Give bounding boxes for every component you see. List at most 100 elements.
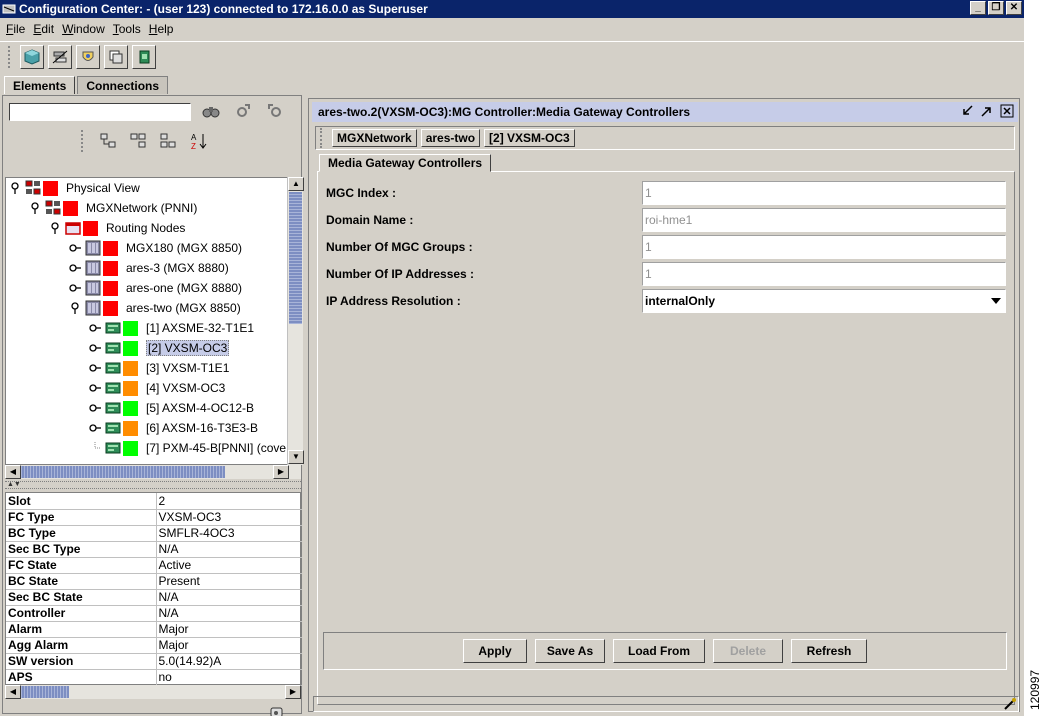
tree-item-label[interactable]: MGXNetwork (PNNI) bbox=[86, 201, 197, 215]
tree-item[interactable]: [6] AXSM-16-T3E3-B bbox=[89, 418, 258, 438]
tree-item[interactable]: [3] VXSM-T1E1 bbox=[89, 358, 229, 378]
close-button[interactable]: ✕ bbox=[1006, 1, 1022, 15]
tree-toggle-icon[interactable] bbox=[69, 262, 81, 274]
tree-item-label[interactable]: [6] AXSM-16-T3E3-B bbox=[146, 421, 258, 435]
tree-item-label[interactable]: ares-one (MGX 8880) bbox=[126, 281, 242, 295]
save-as-button[interactable]: Save As bbox=[535, 639, 605, 663]
scroll-thumb[interactable] bbox=[21, 686, 69, 698]
tree-toggle-icon[interactable] bbox=[29, 202, 41, 214]
domain-name-field[interactable]: roi-hme1 bbox=[642, 208, 1006, 232]
tree-item-label[interactable]: MGX180 (MGX 8850) bbox=[126, 241, 242, 255]
toolbar-grip[interactable] bbox=[8, 45, 12, 68]
tree-view-icon[interactable] bbox=[99, 132, 119, 150]
pin-icon[interactable] bbox=[1002, 697, 1018, 711]
tree-toggle-icon[interactable] bbox=[89, 322, 101, 334]
view-tools-grip[interactable] bbox=[81, 130, 85, 152]
panel-splitter[interactable]: ▲▼ bbox=[5, 481, 301, 489]
tree-item[interactable]: [7] PXM-45-B[PNNI] (cove bbox=[89, 438, 286, 458]
find-prev-icon[interactable] bbox=[265, 101, 285, 121]
tree-item-label[interactable]: Routing Nodes bbox=[106, 221, 185, 235]
restore-frame-icon[interactable] bbox=[980, 104, 994, 118]
load-from-button[interactable]: Load From bbox=[613, 639, 705, 663]
tree-item-label[interactable]: [1] AXSME-32-T1E1 bbox=[146, 321, 254, 335]
tree-item-label[interactable]: [2] VXSM-OC3 bbox=[146, 340, 230, 356]
cube-button[interactable] bbox=[20, 44, 44, 69]
scroll-up-arrow[interactable]: ▲ bbox=[288, 177, 304, 191]
minimize-frame-icon[interactable] bbox=[960, 104, 974, 118]
breadcrumb-item[interactable]: [2] VXSM-OC3 bbox=[484, 129, 575, 147]
ip-resolution-select[interactable]: internalOnly bbox=[642, 289, 1006, 313]
tree-toggle-icon[interactable] bbox=[49, 222, 61, 234]
tree-toggle-icon[interactable] bbox=[69, 282, 81, 294]
tree-item[interactable]: [2] VXSM-OC3 bbox=[89, 338, 230, 358]
binoculars-icon[interactable] bbox=[201, 101, 221, 121]
scroll-right-arrow[interactable]: ▶ bbox=[285, 685, 301, 699]
close-frame-icon[interactable] bbox=[1000, 104, 1014, 118]
props-hscroll[interactable]: ◀ ▶ bbox=[5, 685, 301, 699]
apply-button[interactable]: Apply bbox=[463, 639, 527, 663]
sort-az-icon[interactable]: A Z bbox=[189, 132, 209, 150]
search-input[interactable] bbox=[9, 103, 191, 121]
tree-toggle-icon[interactable] bbox=[89, 362, 101, 374]
menu-edit[interactable]: Edit bbox=[29, 22, 58, 36]
tree-expand-icon[interactable] bbox=[129, 132, 149, 150]
scroll-down-arrow[interactable]: ▼ bbox=[288, 450, 304, 464]
network-button[interactable] bbox=[48, 44, 72, 69]
tree-item[interactable]: ares-two (MGX 8850) bbox=[69, 298, 241, 318]
tree-item[interactable]: [1] AXSME-32-T1E1 bbox=[89, 318, 254, 338]
breadcrumb-item[interactable]: MGXNetwork bbox=[332, 129, 417, 147]
tree-toggle-icon[interactable] bbox=[89, 402, 101, 414]
tree-toggle-icon[interactable] bbox=[89, 422, 101, 434]
tab-elements[interactable]: Elements bbox=[4, 76, 76, 94]
breadcrumb-grip[interactable] bbox=[320, 128, 324, 148]
menu-help[interactable]: Help bbox=[145, 22, 178, 36]
find-next-icon[interactable] bbox=[233, 101, 253, 121]
tree-toggle-icon[interactable] bbox=[69, 302, 81, 314]
tree-toggle-icon[interactable] bbox=[89, 382, 101, 394]
scroll-thumb[interactable] bbox=[21, 466, 225, 478]
menu-tools[interactable]: Tools bbox=[109, 22, 145, 36]
tree-item-label[interactable]: [3] VXSM-T1E1 bbox=[146, 361, 229, 375]
tree-item[interactable]: [5] AXSM-4-OC12-B bbox=[89, 398, 254, 418]
tree-item[interactable]: Physical View bbox=[9, 178, 140, 198]
tree-item[interactable]: MGXNetwork (PNNI) bbox=[29, 198, 197, 218]
tree-toggle-icon[interactable] bbox=[89, 442, 101, 454]
delete-button[interactable]: Delete bbox=[713, 639, 783, 663]
ip-addresses-field[interactable]: 1 bbox=[642, 262, 1006, 286]
mgc-groups-field[interactable]: 1 bbox=[642, 235, 1006, 259]
tree-item-label[interactable]: [5] AXSM-4-OC12-B bbox=[146, 401, 254, 415]
scroll-left-arrow[interactable]: ◀ bbox=[5, 465, 21, 479]
scroll-thumb[interactable] bbox=[289, 192, 302, 324]
tree-toggle-icon[interactable] bbox=[9, 182, 21, 194]
breadcrumb-item[interactable]: ares-two bbox=[420, 129, 481, 147]
scroll-right-arrow[interactable]: ▶ bbox=[273, 465, 289, 479]
maximize-button[interactable]: ❐ bbox=[988, 1, 1004, 15]
refresh-button[interactable]: Refresh bbox=[791, 639, 867, 663]
scroll-left-arrow[interactable]: ◀ bbox=[5, 685, 21, 699]
tree-item[interactable]: MGX180 (MGX 8850) bbox=[69, 238, 242, 258]
tree-hscroll[interactable]: ◀ ▶ bbox=[5, 465, 301, 479]
chevron-down-icon[interactable] bbox=[991, 298, 1001, 304]
window-button[interactable] bbox=[104, 44, 128, 69]
tree-item-label[interactable]: ares-3 (MGX 8880) bbox=[126, 261, 229, 275]
tree-item[interactable]: ares-one (MGX 8880) bbox=[69, 278, 242, 298]
tree-item[interactable]: [4] VXSM-OC3 bbox=[89, 378, 225, 398]
tree-item-label[interactable]: [4] VXSM-OC3 bbox=[146, 381, 225, 395]
tree-item[interactable]: ares-3 (MGX 8880) bbox=[69, 258, 229, 278]
tree-item[interactable]: Routing Nodes bbox=[49, 218, 185, 238]
tab-connections[interactable]: Connections bbox=[77, 76, 169, 94]
mgc-index-field[interactable]: 1 bbox=[642, 181, 1006, 205]
tree-collapse-icon[interactable] bbox=[159, 132, 179, 150]
tree-item-label[interactable]: Physical View bbox=[66, 181, 140, 195]
tree-toggle-icon[interactable] bbox=[69, 242, 81, 254]
shield-button[interactable] bbox=[76, 44, 100, 69]
tab-media-gateway-controllers[interactable]: Media Gateway Controllers bbox=[319, 154, 492, 172]
minimize-button[interactable]: _ bbox=[970, 1, 986, 15]
tree-vscroll[interactable]: ▲ ▼ bbox=[287, 177, 304, 465]
tree-item-label[interactable]: ares-two (MGX 8850) bbox=[126, 301, 241, 315]
tree-item-label[interactable]: [7] PXM-45-B[PNNI] (cove bbox=[146, 441, 286, 455]
document-button[interactable] bbox=[132, 44, 156, 69]
tree-toggle-icon[interactable] bbox=[89, 342, 101, 354]
menu-window[interactable]: Window bbox=[58, 22, 109, 36]
menu-file[interactable]: File bbox=[2, 22, 29, 36]
